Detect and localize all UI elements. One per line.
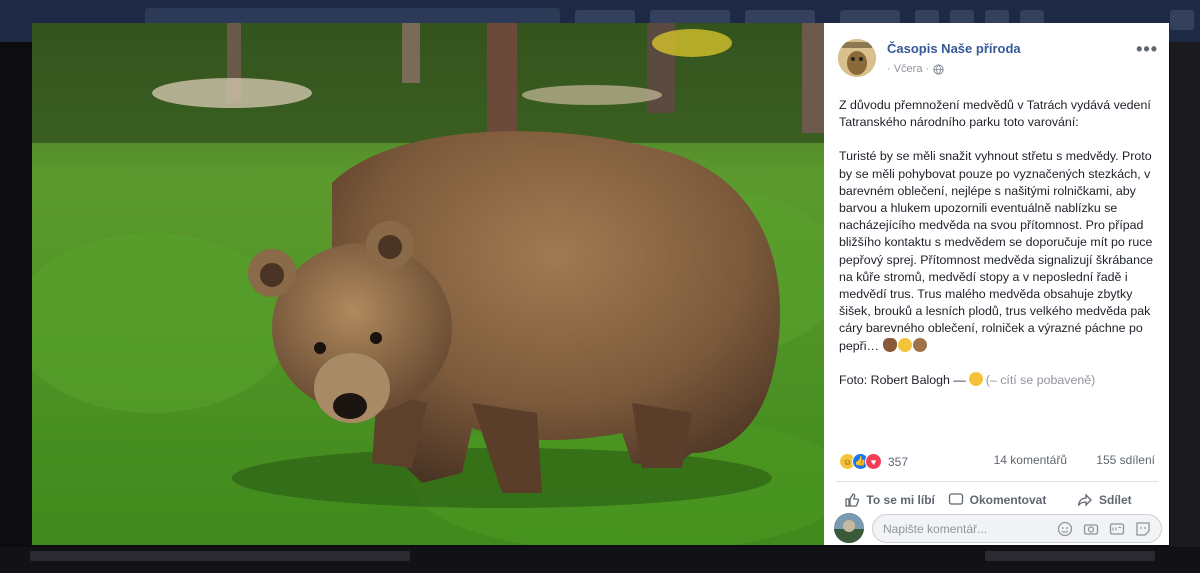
- post-paragraph: Z důvodu přemnožení medvědů v Tatrách vy…: [839, 98, 1151, 130]
- comment-button[interactable]: Okomentovat: [943, 489, 1050, 511]
- comment-tools: [1057, 521, 1151, 537]
- comment-placeholder: Napište komentář...: [883, 522, 988, 536]
- post-paragraph-with-emoji: Turisté by se měli snažit vyhnout střetu…: [839, 148, 1159, 354]
- photo-credit-line: Foto: Robert Balogh — (– cítí se pobaveně…: [839, 371, 1159, 389]
- love-reaction-icon: ♥: [865, 453, 882, 470]
- sunglasses-emoji-icon: [898, 337, 913, 352]
- bear-emoji-icon: [913, 337, 928, 352]
- comment-input[interactable]: Napište komentář...: [872, 514, 1162, 543]
- reaction-count: 357: [888, 454, 909, 469]
- page-name-link[interactable]: Časopis Naše příroda: [887, 41, 1021, 56]
- gif-icon[interactable]: [1109, 521, 1125, 537]
- share-button[interactable]: Sdílet: [1051, 489, 1158, 511]
- user-avatar-image: [834, 513, 864, 543]
- feeling-text: (– cítí se pobaveně): [985, 372, 1096, 387]
- photo-credit: Foto: Robert Balogh —: [839, 372, 966, 387]
- amused-emoji-icon: [968, 371, 983, 386]
- globe-icon: [933, 63, 944, 75]
- post-header: Časopis Naše příroda · Včera · •••: [838, 37, 1158, 81]
- like-icon: [845, 493, 860, 507]
- topbar-ghost-item: [1170, 10, 1194, 30]
- post-panel: Časopis Naše příroda · Včera · ••• Z dův…: [824, 23, 1169, 545]
- like-label: To se mi líbí: [866, 493, 935, 507]
- share-label: Sdílet: [1098, 493, 1132, 507]
- post-stats: ☺ 👍 ♥ 357 14 komentářů 155 sdílení: [839, 453, 1155, 471]
- stats-divider: [836, 481, 1158, 482]
- share-icon: [1077, 493, 1092, 507]
- camera-icon[interactable]: [1083, 521, 1099, 537]
- post-actions: To se mi líbí Okomentovat Sdílet: [836, 489, 1158, 511]
- comment-composer: Napište komentář...: [832, 513, 1166, 545]
- post-timestamp[interactable]: · Včera ·: [887, 63, 929, 75]
- emoji-icon[interactable]: [1057, 521, 1073, 537]
- post-photo[interactable]: [32, 23, 824, 545]
- user-avatar[interactable]: [834, 513, 864, 543]
- reactions-summary[interactable]: ☺ 👍 ♥ 357: [839, 453, 908, 470]
- background-sidebar: [1170, 42, 1200, 552]
- page-avatar-image: [838, 39, 876, 77]
- post-paragraph: Turisté by se měli snažit vyhnout střetu…: [839, 149, 1154, 353]
- footer-ghost-bar: [985, 551, 1155, 561]
- background-footer: [0, 547, 1200, 573]
- more-options-icon[interactable]: •••: [1136, 39, 1158, 60]
- page-avatar[interactable]: [838, 39, 876, 77]
- post-text: Z důvodu přemnožení medvědů v Tatrách vy…: [839, 97, 1159, 389]
- poop-emoji-icon: [883, 337, 898, 352]
- comment-icon: [948, 493, 963, 505]
- like-button[interactable]: To se mi líbí: [836, 489, 943, 511]
- sticker-icon[interactable]: [1135, 521, 1151, 537]
- footer-ghost-bar: [30, 551, 410, 561]
- bear-photo-illustration: [32, 23, 824, 545]
- shares-count-link[interactable]: 155 sdílení: [1096, 453, 1155, 467]
- comments-count-link[interactable]: 14 komentářů: [994, 453, 1067, 467]
- post-meta: · Včera ·: [887, 63, 944, 75]
- comment-label: Okomentovat: [969, 493, 1047, 507]
